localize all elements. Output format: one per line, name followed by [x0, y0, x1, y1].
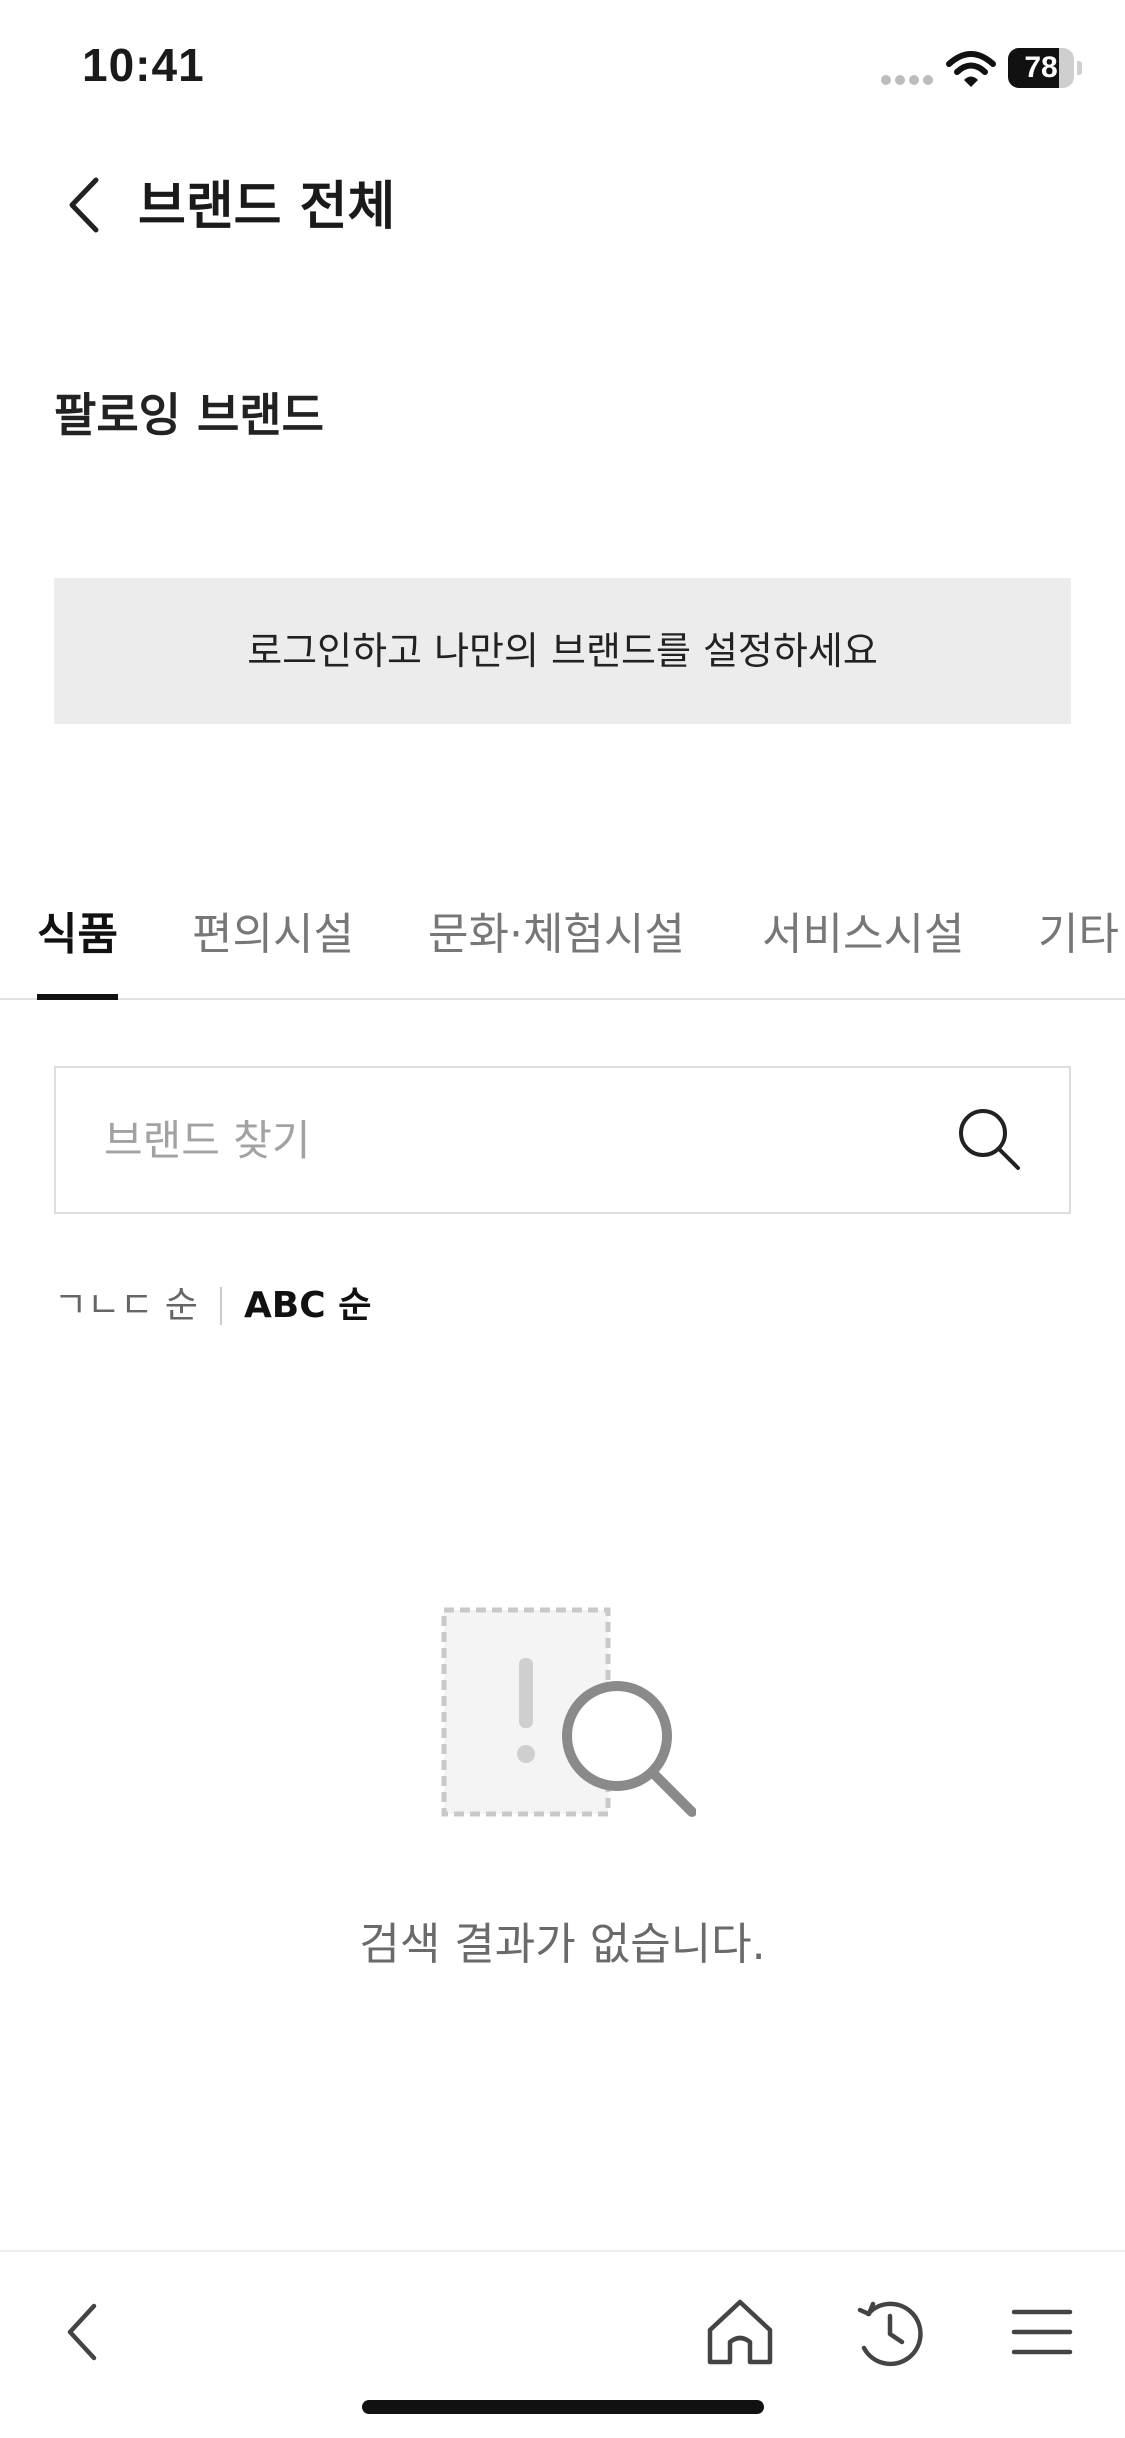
tab-label: 서비스시설: [762, 909, 965, 960]
active-tab-indicator: [37, 994, 118, 1000]
tab-services[interactable]: 서비스시설: [762, 890, 964, 998]
sort-options: ㄱㄴㄷ 순 ABC 순: [54, 1278, 371, 1334]
nav-back-button[interactable]: [44, 2292, 124, 2372]
empty-search-icon: [441, 1607, 696, 1817]
bottom-navigation: [0, 2250, 1125, 2438]
tab-label: 기타: [1038, 909, 1119, 960]
menu-icon[interactable]: [1002, 2292, 1082, 2372]
tab-etc[interactable]: 기타: [1038, 890, 1119, 998]
home-indicator: [362, 2400, 764, 2414]
battery-level-text: 78: [1024, 51, 1058, 84]
battery-body: 78: [1008, 48, 1074, 88]
history-icon[interactable]: [850, 2292, 930, 2372]
following-brands-title: 팔로잉 브랜드: [54, 388, 324, 442]
brand-search-box: [54, 1066, 1071, 1214]
wifi-icon: [946, 51, 996, 87]
tab-label: 식품: [37, 909, 118, 960]
status-bar: 10:41 78: [0, 0, 1125, 140]
tab-amenities[interactable]: 편의시설: [192, 890, 354, 998]
empty-result-message: 검색 결과가 없습니다.: [359, 1919, 766, 1970]
sort-divider: [219, 1287, 222, 1325]
battery-cap: [1077, 61, 1082, 75]
tab-label: 편의시설: [192, 909, 354, 960]
status-time: 10:41: [82, 39, 205, 91]
search-icon[interactable]: [956, 1106, 1022, 1172]
tab-food[interactable]: 식품: [37, 890, 118, 1000]
page-title: 브랜드 전체: [138, 177, 396, 237]
brand-search-input[interactable]: [104, 1068, 924, 1212]
home-icon[interactable]: [700, 2292, 780, 2372]
back-button[interactable]: [60, 170, 110, 240]
sort-korean-order[interactable]: ㄱㄴㄷ 순: [54, 1278, 198, 1334]
login-prompt-button[interactable]: 로그인하고 나만의 브랜드를 설정하세요: [54, 578, 1071, 724]
tab-label: 문화·체험시설: [428, 909, 685, 960]
cellular-signal-icon: [881, 75, 933, 85]
category-tabs: 식품 편의시설 문화·체험시설 서비스시설 기타: [0, 890, 1125, 1000]
tab-culture-experience[interactable]: 문화·체험시설: [428, 890, 685, 998]
battery-icon: 78: [1008, 48, 1082, 88]
sort-abc-order[interactable]: ABC 순: [244, 1278, 371, 1334]
